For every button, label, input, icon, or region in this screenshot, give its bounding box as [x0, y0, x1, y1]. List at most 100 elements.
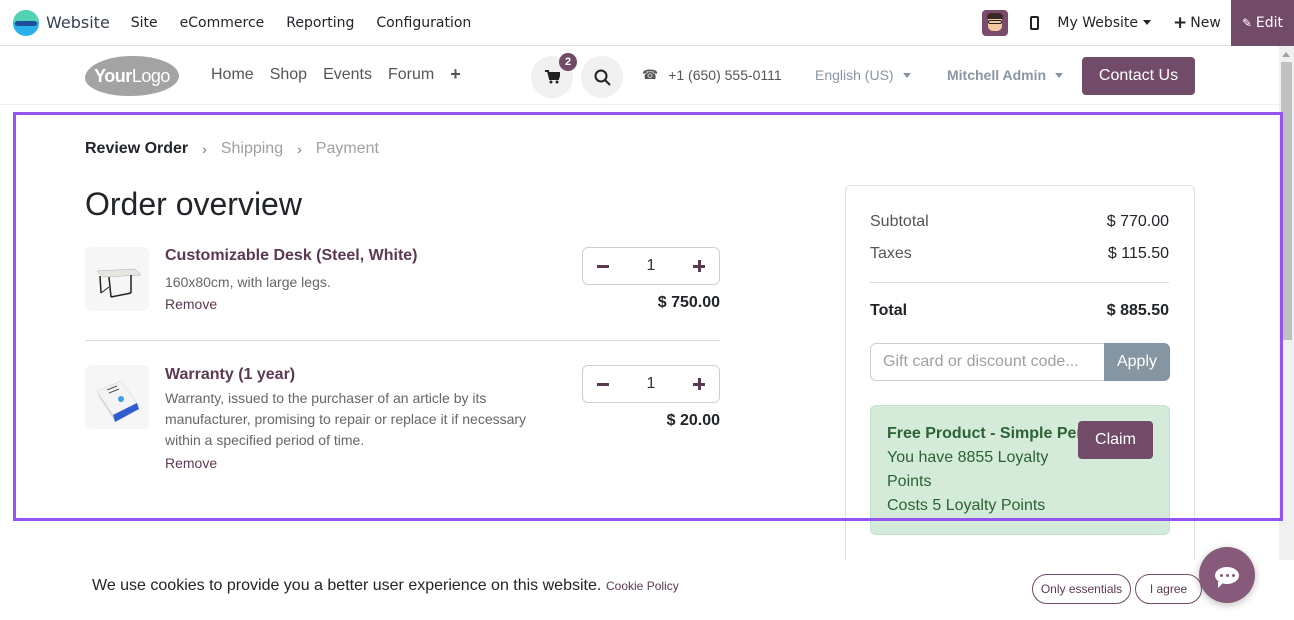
line-divider [85, 340, 720, 341]
page-scrollbar[interactable] [1279, 46, 1294, 560]
summary-divider [870, 282, 1169, 283]
scroll-thumb[interactable] [1281, 62, 1292, 340]
taxes-row: Taxes $ 115.50 [870, 245, 1169, 263]
taxes-label: Taxes [870, 245, 912, 262]
line-price: $ 750.00 [657, 294, 720, 311]
phone-icon: ☎ [642, 67, 659, 82]
checkout-steps: Review Order › Shipping › Payment [85, 140, 379, 158]
livechat-button[interactable] [1199, 547, 1255, 603]
plus-icon[interactable] [693, 378, 705, 390]
edit-button[interactable]: ✎ Edit [1230, 0, 1294, 46]
remove-link[interactable]: Remove [165, 455, 217, 471]
step-shipping: Shipping [220, 140, 284, 157]
cookie-message: We use cookies to provide you a better u… [92, 577, 602, 594]
total-label: Total [870, 302, 908, 319]
cart-icon [544, 70, 560, 84]
apply-button[interactable]: Apply [1104, 343, 1170, 381]
total-value: $ 885.50 [1106, 302, 1169, 319]
step-payment: Payment [315, 140, 379, 157]
coupon-input[interactable] [870, 343, 1104, 381]
product-name[interactable]: Customizable Desk (Steel, White) [165, 247, 418, 265]
i-agree-button[interactable]: I agree [1135, 574, 1202, 604]
reward-cost: Costs 5 Loyalty Points [887, 497, 1046, 514]
minus-icon[interactable] [597, 264, 609, 268]
nav-events[interactable]: Events [323, 66, 372, 84]
order-summary: Subtotal $ 770.00 Taxes $ 115.50 Total $ 88… [845, 185, 1195, 585]
edit-label: Edit [1255, 14, 1283, 31]
minus-icon[interactable] [597, 382, 609, 386]
product-description: Warranty, issued to the purchaser of an … [165, 390, 527, 448]
reward-points-line: You have 8855 Loyalty [887, 449, 1049, 466]
user-avatar[interactable] [982, 9, 1009, 36]
search-icon [594, 69, 611, 86]
caret-down-icon [1143, 20, 1152, 25]
remove-link[interactable]: Remove [165, 296, 217, 312]
product-description: 160x80cm, with large legs. [165, 274, 331, 290]
caret-down-icon [902, 72, 911, 78]
subtotal-value: $ 770.00 [1106, 213, 1169, 230]
website-selector-label: My Website [1057, 14, 1139, 31]
language-label: English (US) [815, 67, 894, 83]
app-name: Website [46, 13, 110, 32]
nav-shop[interactable]: Shop [270, 66, 307, 84]
cart-count-badge: 2 [559, 53, 577, 71]
language-selector[interactable]: English (US) [815, 67, 911, 83]
reward-points-line-2: Points [887, 473, 932, 490]
phone-number: +1 (650) 555-0111 [668, 67, 782, 83]
user-name: Mitchell Admin [947, 67, 1047, 83]
step-review-order: Review Order [85, 140, 189, 157]
main-nav: Home Shop Events Forum + [211, 65, 477, 84]
plus-icon[interactable] [693, 260, 705, 272]
quantity-stepper: 1 [582, 247, 720, 285]
mobile-preview-icon[interactable] [1030, 15, 1040, 30]
claim-button[interactable]: Claim [1078, 421, 1153, 459]
new-label: New [1190, 14, 1221, 31]
taxes-value: $ 115.50 [1107, 245, 1169, 262]
menu-configuration[interactable]: Configuration [376, 15, 471, 31]
website-app-icon [13, 9, 39, 36]
logo-bold-text: Your [94, 65, 132, 86]
subtotal-label: Subtotal [870, 213, 929, 230]
cookie-policy-link[interactable]: Cookie Policy [606, 579, 679, 593]
menu-reporting[interactable]: Reporting [286, 15, 354, 31]
nav-home[interactable]: Home [211, 66, 254, 84]
cart-button[interactable]: 2 [531, 53, 577, 98]
pencil-icon: ✎ [1241, 15, 1252, 30]
app-brand[interactable]: Website [13, 9, 110, 36]
scroll-up-icon[interactable] [1282, 52, 1290, 57]
total-row: Total $ 885.50 [870, 302, 1169, 320]
quantity-input[interactable]: 1 [647, 257, 656, 275]
search-button[interactable] [581, 56, 623, 98]
caret-down-icon [1055, 72, 1064, 78]
phone-link[interactable]: ☎ +1 (650) 555-0111 [642, 67, 782, 83]
cookie-banner: We use cookies to provide you a better u… [0, 560, 1294, 620]
website-selector[interactable]: My Website [1057, 14, 1152, 31]
new-button[interactable]: + New [1173, 13, 1221, 33]
reward-title: Free Product - Simple Pen [887, 425, 1087, 442]
contact-us-button[interactable]: Contact Us [1082, 57, 1195, 95]
desk-product-image[interactable] [85, 247, 149, 311]
site-header: Your Logo Home Shop Events Forum + 2 ☎ +1 … [0, 47, 1279, 105]
odoo-topbar: Website Site eCommerce Reporting Configu… [0, 0, 1294, 46]
site-logo[interactable]: Your Logo [85, 56, 179, 96]
product-name[interactable]: Warranty (1 year) [165, 366, 295, 384]
loyalty-reward-card: Free Product - Simple Pen You have 8855 … [870, 405, 1170, 535]
cart-line: Customizable Desk (Steel, White) 160x80c… [85, 247, 720, 317]
warranty-product-image[interactable] [85, 365, 149, 429]
menu-site[interactable]: Site [131, 15, 158, 31]
app-menu: Site eCommerce Reporting Configuration [120, 15, 483, 31]
coupon-form: Apply [870, 343, 1170, 381]
quantity-input[interactable]: 1 [647, 375, 656, 393]
user-menu[interactable]: Mitchell Admin [947, 67, 1064, 83]
line-price: $ 20.00 [666, 412, 720, 429]
nav-forum[interactable]: Forum [388, 66, 434, 84]
logo-light-text: Logo [131, 65, 171, 86]
plus-icon: + [1173, 12, 1188, 33]
page-title: Order overview [85, 186, 302, 222]
menu-ecommerce[interactable]: eCommerce [180, 15, 265, 31]
only-essentials-button[interactable]: Only essentials [1032, 574, 1131, 604]
chat-bubble-icon [1215, 566, 1239, 588]
subtotal-row: Subtotal $ 770.00 [870, 213, 1169, 231]
chevron-right-icon: › [297, 141, 302, 157]
add-menu-icon[interactable]: + [450, 65, 461, 84]
